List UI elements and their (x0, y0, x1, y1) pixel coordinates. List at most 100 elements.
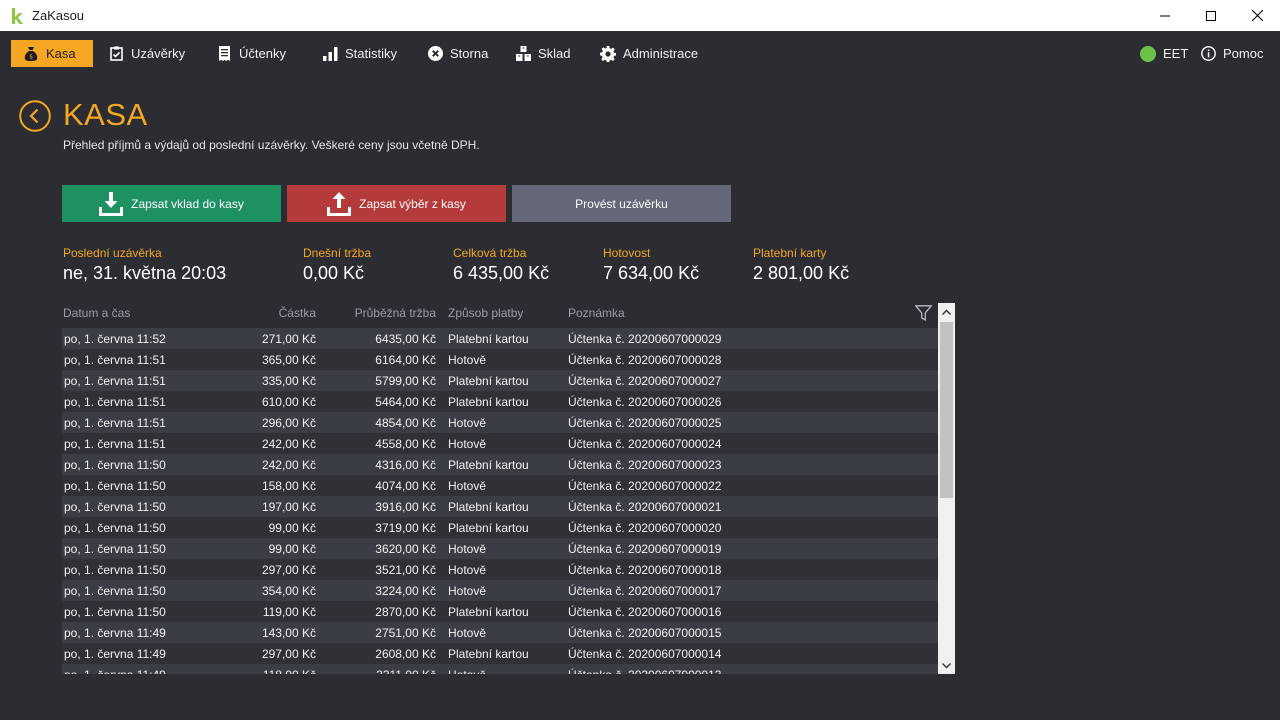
cell-payment-method: Hotově (448, 353, 487, 367)
cell-running-total: 2311,00 Kč (376, 668, 436, 674)
cell-payment-method: Hotově (448, 584, 487, 598)
cell-amount: 197,00 Kč (261, 500, 316, 514)
cell-date: po, 1. června 11:51 (64, 437, 166, 451)
cancel-circle-icon (427, 46, 443, 62)
cell-note: Účtenka č. 20200607000025 (568, 416, 722, 430)
cell-date: po, 1. června 11:50 (64, 500, 166, 514)
maximize-button[interactable] (1188, 0, 1234, 31)
cell-amount: 365,00 Kč (261, 353, 316, 367)
close-icon (1251, 10, 1263, 21)
nav-item-storna[interactable]: Storna (427, 40, 488, 67)
table-row[interactable]: po, 1. června 11:51 365,00 Kč 6164,00 Kč Ho… (62, 349, 938, 370)
title-bar: ZaKasou (0, 0, 1280, 31)
table-row[interactable]: po, 1. června 11:50 119,00 Kč 2870,00 Kč Pl… (62, 601, 938, 622)
cell-running-total: 5799,00 Kč (375, 374, 436, 388)
cell-date: po, 1. června 11:52 (64, 332, 166, 346)
cell-amount: 297,00 Kč (261, 563, 316, 577)
table-row[interactable]: po, 1. června 11:49 118,00 Kč 2311,00 Kč Ho… (62, 664, 938, 674)
column-header-note[interactable]: Poznámka (568, 306, 625, 320)
cell-running-total: 6164,00 Kč (375, 353, 436, 367)
cell-date: po, 1. června 11:50 (64, 479, 166, 493)
cell-note: Účtenka č. 20200607000016 (568, 605, 722, 619)
scroll-up-button[interactable] (938, 303, 955, 320)
stat-label: Platební karty (753, 246, 827, 260)
cell-note: Účtenka č. 20200607000020 (568, 521, 722, 535)
column-header-date[interactable]: Datum a čas (63, 306, 130, 320)
cell-amount: 242,00 Kč (261, 458, 316, 472)
app-logo-icon (10, 7, 24, 25)
back-button[interactable] (19, 100, 51, 132)
table-row[interactable]: po, 1. června 11:49 143,00 Kč 2751,00 Kč Ho… (62, 622, 938, 643)
table-row[interactable]: po, 1. června 11:51 242,00 Kč 4558,00 Kč Ho… (62, 433, 938, 454)
clipboard-check-icon (108, 46, 124, 62)
table-row[interactable]: po, 1. června 11:50 242,00 Kč 4316,00 Kč Pl… (62, 454, 938, 475)
cell-note: Účtenka č. 20200607000024 (568, 437, 722, 451)
cell-amount: 354,00 Kč (261, 584, 316, 598)
cell-amount: 99,00 Kč (268, 521, 316, 535)
nav-item-uzaverky[interactable]: Uzávěrky (108, 40, 185, 67)
table-row[interactable]: po, 1. června 11:50 197,00 Kč 3916,00 Kč Pl… (62, 496, 938, 517)
cell-date: po, 1. června 11:49 (64, 668, 166, 674)
table-row[interactable]: po, 1. června 11:50 354,00 Kč 3224,00 Kč Ho… (62, 580, 938, 601)
cell-amount: 610,00 Kč (261, 395, 316, 409)
page-title: KASA (63, 97, 148, 132)
column-header-payment[interactable]: Způsob platby (448, 306, 523, 320)
cell-running-total: 4074,00 Kč (375, 479, 436, 493)
cell-note: Účtenka č. 20200607000027 (568, 374, 722, 388)
table-row[interactable]: po, 1. června 11:50 99,00 Kč 3620,00 Kč Hot… (62, 538, 938, 559)
column-header-amount[interactable]: Částka (279, 306, 316, 320)
table-row[interactable]: po, 1. června 11:50 297,00 Kč 3521,00 Kč Ho… (62, 559, 938, 580)
main-nav: $ Kasa Uzávěrky Účtenky Statistiky Storn… (0, 31, 1280, 77)
cell-running-total: 3719,00 Kč (375, 521, 436, 535)
nav-item-statistiky[interactable]: Statistiky (322, 40, 397, 67)
chevron-down-icon (942, 662, 951, 668)
table-row[interactable]: po, 1. června 11:50 158,00 Kč 4074,00 Kč Ho… (62, 475, 938, 496)
table-row[interactable]: po, 1. června 11:50 99,00 Kč 3719,00 Kč Pla… (62, 517, 938, 538)
cell-running-total: 6435,00 Kč (375, 332, 436, 346)
deposit-button[interactable]: Zapsat vklad do kasy (62, 185, 281, 222)
close-register-button[interactable]: Provést uzávěrku (512, 185, 731, 222)
cell-running-total: 4558,00 Kč (375, 437, 436, 451)
cell-amount: 99,00 Kč (268, 542, 316, 556)
nav-item-sklad[interactable]: Sklad (515, 40, 571, 67)
withdraw-button[interactable]: Zapsat výběr z kasy (287, 185, 506, 222)
nav-item-uctenky[interactable]: Účtenky (216, 40, 286, 67)
cell-payment-method: Hotově (448, 542, 487, 556)
table-row[interactable]: po, 1. června 11:51 610,00 Kč 5464,00 Kč Pl… (62, 391, 938, 412)
cell-payment-method: Platební kartou (448, 374, 529, 388)
filter-icon[interactable] (914, 305, 933, 322)
scrollbar-thumb[interactable] (940, 322, 953, 498)
nav-item-administrace[interactable]: Administrace (600, 40, 698, 67)
nav-item-label: Statistiky (345, 46, 398, 61)
cell-running-total: 3224,00 Kč (375, 584, 436, 598)
cell-note: Účtenka č. 20200607000023 (568, 458, 722, 472)
stat-value: ne, 31. května 20:03 (63, 263, 227, 283)
close-button[interactable] (1234, 0, 1280, 31)
help-button[interactable]: Pomoc (1200, 40, 1263, 67)
cell-amount: 271,00 Kč (261, 332, 316, 346)
cell-running-total: 2608,00 Kč (375, 647, 436, 661)
table-row[interactable]: po, 1. června 11:51 296,00 Kč 4854,00 Kč Ho… (62, 412, 938, 433)
cell-payment-method: Platební kartou (448, 605, 529, 619)
transactions-table: Datum a čas Částka Průběžná tržba Způsob… (62, 303, 955, 674)
table-row[interactable]: po, 1. června 11:51 335,00 Kč 5799,00 Kč Pl… (62, 370, 938, 391)
nav-item-kasa[interactable]: $ Kasa (11, 40, 93, 67)
table-row[interactable]: po, 1. června 11:52 271,00 Kč 6435,00 Kč Pl… (62, 328, 938, 349)
cell-date: po, 1. června 11:50 (64, 584, 166, 598)
cell-payment-method: Platební kartou (448, 647, 529, 661)
cell-date: po, 1. června 11:51 (64, 374, 166, 388)
scroll-down-button[interactable] (938, 657, 955, 674)
eet-status[interactable]: EET (1140, 40, 1188, 67)
minimize-button[interactable] (1142, 0, 1188, 31)
cell-note: Účtenka č. 20200607000021 (568, 500, 722, 514)
cell-note: Účtenka č. 20200607000028 (568, 353, 722, 367)
table-scrollbar[interactable] (938, 303, 955, 674)
cell-running-total: 4854,00 Kč (375, 416, 436, 430)
column-header-running-total[interactable]: Průběžná tržba (355, 306, 436, 320)
stat-value: 2 801,00 Kč (753, 263, 850, 283)
cell-date: po, 1. června 11:51 (64, 416, 166, 430)
cell-payment-method: Platební kartou (448, 332, 529, 346)
nav-item-label: Sklad (538, 46, 571, 61)
cell-payment-method: Platební kartou (448, 458, 529, 472)
table-row[interactable]: po, 1. června 11:49 297,00 Kč 2608,00 Kč Pl… (62, 643, 938, 664)
